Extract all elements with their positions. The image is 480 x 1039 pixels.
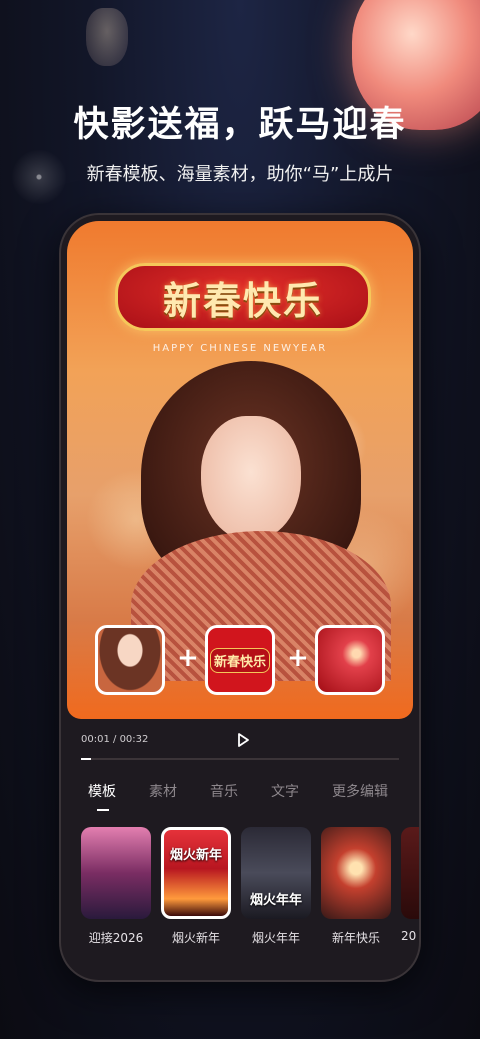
template-item[interactable]: 烟火新年 烟火新年 bbox=[161, 827, 231, 946]
tab-material[interactable]: 素材 bbox=[149, 781, 177, 801]
video-preview[interactable]: 新春快乐 HAPPY CHINESE NEWYEAR + 新春快乐 + bbox=[67, 221, 413, 719]
template-label: 20 bbox=[401, 929, 417, 943]
combo-photo-thumb[interactable] bbox=[95, 625, 165, 695]
tab-more-edit[interactable]: 更多编辑 bbox=[332, 781, 388, 801]
template-thumbnail: 烟火年年 bbox=[241, 827, 311, 919]
banner-subtext: HAPPY CHINESE NEWYEAR bbox=[152, 343, 328, 354]
template-item-partial[interactable]: 20 bbox=[401, 827, 419, 943]
template-thumbnail bbox=[81, 827, 151, 919]
template-item[interactable]: 迎接2026 bbox=[81, 827, 151, 946]
total-time: 00:32 bbox=[119, 734, 149, 745]
banner-text: 新春快乐 bbox=[162, 278, 323, 323]
combo-effect-thumb[interactable] bbox=[315, 625, 385, 695]
current-time: 00:01 bbox=[81, 734, 110, 745]
plus-icon: + bbox=[287, 643, 309, 673]
play-icon bbox=[238, 733, 249, 747]
template-thumbnail bbox=[401, 827, 419, 919]
portrait-face bbox=[201, 416, 301, 541]
combo-template-thumb[interactable]: 新春快乐 bbox=[205, 625, 275, 695]
tab-text[interactable]: 文字 bbox=[271, 781, 299, 801]
template-item[interactable]: 烟火年年 烟火年年 bbox=[241, 827, 311, 946]
template-overlay-text: 烟火年年 bbox=[249, 893, 302, 908]
template-label: 新年快乐 bbox=[331, 931, 380, 945]
template-overlay-text: 烟火新年 bbox=[169, 848, 222, 863]
time-readout: 00:01 / 00:32 bbox=[81, 734, 148, 745]
template-item[interactable]: 新年快乐 bbox=[321, 827, 391, 946]
template-label: 烟火年年 bbox=[251, 931, 300, 945]
combo-row: + 新春快乐 + bbox=[67, 625, 413, 699]
progress-bar[interactable] bbox=[81, 758, 399, 760]
progress-fill bbox=[81, 758, 91, 760]
template-label: 烟火新年 bbox=[171, 931, 220, 945]
tab-template[interactable]: 模板 bbox=[88, 781, 116, 801]
portrait-image bbox=[131, 361, 391, 681]
new-year-banner: 新春快乐 bbox=[115, 263, 371, 331]
template-label: 迎接2026 bbox=[88, 931, 144, 945]
plus-icon: + bbox=[177, 643, 199, 673]
phone-mockup: 新春快乐 HAPPY CHINESE NEWYEAR + 新春快乐 + 00:0… bbox=[61, 215, 419, 980]
time-separator: / bbox=[109, 734, 120, 745]
combo-template-text: 新春快乐 bbox=[209, 647, 270, 673]
active-tab-indicator bbox=[97, 809, 109, 811]
template-list: 迎接2026 烟火新年 烟火新年 烟火年年 烟火年年 新年快乐 20 bbox=[79, 827, 419, 957]
template-thumbnail bbox=[321, 827, 391, 919]
player-controls: 00:01 / 00:32 bbox=[81, 728, 399, 758]
hero-title: 快影送福，跃马迎春 bbox=[73, 105, 407, 145]
play-button[interactable] bbox=[231, 728, 255, 752]
tab-music[interactable]: 音乐 bbox=[210, 781, 238, 801]
hero-subtitle: 新春模板、海量素材，助你“马”上成片 bbox=[86, 164, 394, 185]
template-thumbnail-selected: 烟火新年 bbox=[161, 827, 231, 919]
lantern-left bbox=[86, 8, 128, 66]
